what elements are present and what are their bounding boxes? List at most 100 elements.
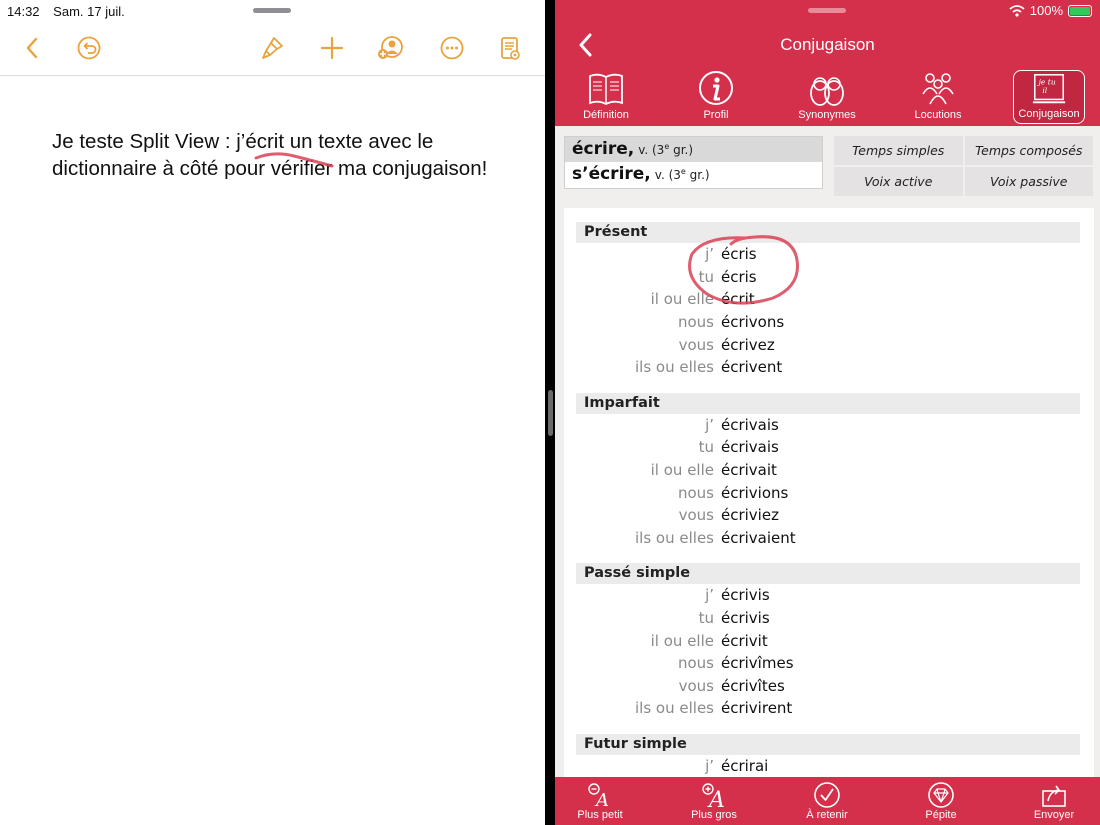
diamond-icon [928,782,954,808]
collaborate-icon[interactable] [375,33,405,63]
svg-text:A: A [707,788,725,809]
conjugation-row: vous écriviez [564,504,1094,527]
plus-petit-button[interactable]: A Plus petit [560,781,640,825]
info-icon [699,71,733,105]
tense-heading: Passé simple [576,563,1080,585]
split-view-divider[interactable] [545,0,555,825]
pronoun: tu [698,609,714,628]
tab-locutions[interactable]: Locutions [902,70,974,124]
pronoun: nous [677,483,714,502]
multitasking-grabber[interactable] [253,8,291,13]
plus-icon[interactable] [317,33,347,63]
checkmark-icon [814,782,840,808]
multitasking-grabber-right[interactable] [808,8,846,13]
pronoun: j’ [705,586,714,605]
more-icon[interactable] [437,33,467,63]
pepite-button[interactable]: Pépite [901,781,981,825]
pages-pane: 14:32 Sam. 17 juil. Je teste Split View … [0,0,545,825]
bottom-toolbar: A Plus petit A Plus gros À retenir Pépit… [555,777,1100,825]
conjugation-row: nous écrivions [564,481,1094,504]
conjugation-row: ils ou elles écrivirent [564,697,1094,720]
entry-grammar: v. (3e gr.) [654,167,710,182]
conjugation-row: il ou elle écrivit [564,629,1094,652]
header-title: Conjugaison [780,35,875,54]
pronoun: nous [677,654,714,673]
plus-petit-label: Plus petit [577,809,623,821]
pronoun: j’ [705,756,714,775]
dolls-icon [810,77,844,106]
verb-form: écrit [721,290,755,309]
a-retenir-button[interactable]: À retenir [787,781,867,825]
conjugation-row: j’ écrirai [564,755,1094,778]
tab-synonymes[interactable]: Synonymes [791,70,863,124]
pronoun: tu [698,267,714,286]
tense-heading: Futur simple [576,733,1080,755]
plus-gros-button[interactable]: A Plus gros [674,781,754,825]
a-retenir-label: À retenir [806,809,848,821]
conjugation-row: tu écris [564,266,1094,289]
verb-form: écris [721,267,757,286]
tense-section: Futur simple j’ écrirai [564,733,1094,778]
pronoun: vous [678,676,714,695]
tab-conjugaison[interactable]: je tu il Conjugaison [1013,70,1085,124]
pepite-label: Pépite [925,809,957,821]
pronoun: j’ [705,245,714,264]
conjugation-row: vous écrivîtes [564,675,1094,698]
tense-section: Présent j’ écris tu écris il ou elle écrit nous… [564,222,1094,379]
pronoun: il ou elle [650,631,714,650]
verb-form: écrivent [721,358,783,377]
tab-conjugaison-label: Conjugaison [1018,108,1080,120]
verb-form: écrivait [721,461,777,480]
conjugation-row: j’ écris [564,243,1094,266]
paintbrush-icon[interactable] [258,33,288,63]
voix-passive-button[interactable]: Voix passive [964,167,1093,196]
conjugation-table[interactable]: Présent j’ écris tu écris il ou elle écrit nous… [564,208,1094,778]
entry-secrire[interactable]: s’écrire, v. (3e gr.) [565,162,822,187]
pages-toolbar [0,33,545,63]
verb-form: écrivaient [721,528,796,547]
temps-simples-button[interactable]: Temps simples [834,136,963,165]
verb-form: écrivons [721,313,785,332]
undo-icon[interactable] [74,33,104,63]
conjugation-row: tu écrivais [564,436,1094,459]
verb-form: écrivirent [721,699,793,718]
voix-active-button[interactable]: Voix active [834,167,963,196]
conjugation-row: nous écrivons [564,311,1094,334]
tab-definition-label: Définition [583,109,629,121]
dictionary-tabs: Définition Profil Synonymes Locutions je… [555,70,1100,124]
tab-profil[interactable]: Profil [680,70,752,124]
verb-form: écrivions [721,483,789,502]
split-view-handle[interactable] [548,390,553,436]
status-time: 14:32 [7,4,40,19]
temps-composes-button[interactable]: Temps composés [964,136,1093,165]
dictionary-pane: 100% Conjugaison Définition Profil Synon… [555,0,1100,825]
entry-word: s’écrire, [572,164,651,184]
book-icon [589,73,623,106]
conjugation-row: ils ou elles écrivent [564,356,1094,379]
battery-icon [1068,4,1092,17]
mode-selector: Temps simples Temps composés Voix active… [834,136,1093,196]
pronoun: il ou elle [650,290,714,309]
status-date: Sam. 17 juil. [53,4,125,19]
tab-definition[interactable]: Définition [570,70,642,124]
tense-heading: Présent [576,222,1080,243]
chevron-left-icon[interactable] [18,33,48,63]
verb-form: écrivais [721,415,779,434]
verb-form: écrirai [721,756,769,775]
entry-ecrire[interactable]: écrire, v. (3e gr.) [565,137,822,162]
verb-form: écrivez [721,335,775,354]
share-icon [1042,785,1066,807]
ink-underline-mark [254,152,334,168]
tense-heading: Imparfait [576,392,1080,414]
entry-list: écrire, v. (3e gr.) s’écrire, v. (3e gr.… [564,136,823,189]
pronoun: il ou elle [650,461,714,480]
tab-synonymes-label: Synonymes [798,109,856,121]
document-icon[interactable] [495,33,525,63]
status-bar-left: 14:32 Sam. 17 juil. [7,4,135,19]
pronoun: vous [678,335,714,354]
verb-form: écrivis [721,609,770,628]
conjugation-icon: je tuil [1032,74,1066,104]
verb-form: écris [721,245,757,264]
wifi-icon [1009,4,1025,17]
envoyer-button[interactable]: Envoyer [1014,781,1094,825]
